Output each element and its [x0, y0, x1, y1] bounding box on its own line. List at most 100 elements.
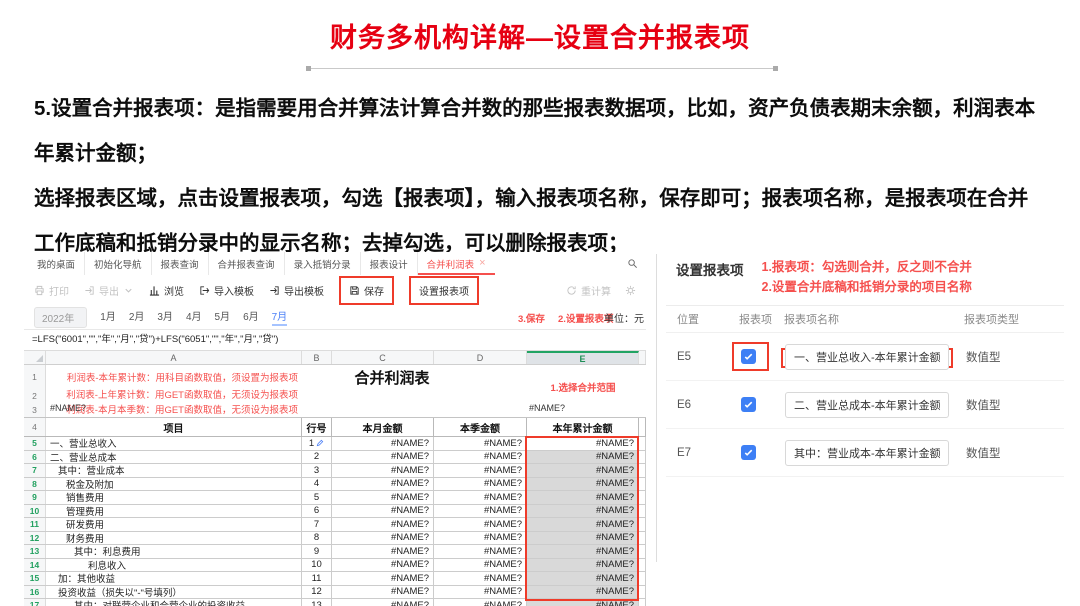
tab-报表设计[interactable]: 报表设计: [360, 252, 417, 275]
cell-quarter-amount[interactable]: #NAME?: [434, 559, 527, 572]
cell-ytd-amount[interactable]: #NAME?: [527, 491, 639, 504]
cell-item[interactable]: 其中：利息费用: [46, 545, 302, 558]
tab-合并报表查询[interactable]: 合并报表查询: [208, 252, 284, 275]
toolbar-button-重计算[interactable]: 重计算: [566, 283, 611, 298]
cell-month-amount[interactable]: #NAME?: [332, 532, 434, 545]
cell-month-amount[interactable]: #NAME?: [332, 491, 434, 504]
cell-item[interactable]: 加：其他收益: [46, 572, 302, 585]
cell-item[interactable]: 税金及附加: [46, 478, 302, 491]
column-header-C[interactable]: C: [332, 351, 434, 364]
year-selector[interactable]: 2022年: [34, 307, 87, 328]
cell-item[interactable]: 其中：营业成本: [46, 464, 302, 477]
cell-month-amount[interactable]: #NAME?: [332, 559, 434, 572]
toolbar-button-保存[interactable]: 保存: [339, 276, 394, 305]
cell-item[interactable]: 销售费用: [46, 491, 302, 504]
cell-line-no[interactable]: 7: [302, 518, 332, 531]
cell-quarter-amount[interactable]: #NAME?: [434, 518, 527, 531]
cell-ytd-amount[interactable]: #NAME?: [527, 478, 639, 491]
cell-line-no[interactable]: 3: [302, 464, 332, 477]
formula-bar[interactable]: =LFS("6001","","年","月","贷")+LFS("6051","…: [24, 329, 646, 351]
row-number-15[interactable]: 15: [24, 572, 46, 585]
cell-quarter-amount[interactable]: #NAME?: [434, 464, 527, 477]
cell-item[interactable]: 财务费用: [46, 532, 302, 545]
cell-ytd-amount[interactable]: #NAME?: [527, 437, 639, 450]
row-number-8[interactable]: 8: [24, 478, 46, 491]
row-number-4[interactable]: 4: [24, 418, 46, 436]
cell-line-no[interactable]: 12: [302, 586, 332, 599]
cell-ytd-amount[interactable]: #NAME?: [527, 545, 639, 558]
cell-ytd-amount[interactable]: #NAME?: [527, 532, 639, 545]
report-item-checkbox[interactable]: [741, 349, 756, 364]
report-item-checkbox[interactable]: [741, 445, 756, 460]
select-all-corner[interactable]: [24, 351, 46, 364]
header-quarter-amount[interactable]: 本季金额: [434, 418, 527, 436]
cell-month-amount[interactable]: #NAME?: [332, 518, 434, 531]
cell-ytd-amount[interactable]: #NAME?: [527, 518, 639, 531]
cell-ytd-amount[interactable]: #NAME?: [527, 505, 639, 518]
row-number-11[interactable]: 11: [24, 518, 46, 531]
row-number-17[interactable]: 17: [24, 599, 46, 606]
cell-quarter-amount[interactable]: #NAME?: [434, 532, 527, 545]
header-line-no[interactable]: 行号: [302, 418, 332, 436]
cell-month-amount[interactable]: #NAME?: [332, 437, 434, 450]
row-number-16[interactable]: 16: [24, 586, 46, 599]
cell-item[interactable]: 其中：对联营企业和合营企业的投资收益: [46, 599, 302, 606]
cell-ytd-amount[interactable]: #NAME?: [527, 586, 639, 599]
cell-item[interactable]: 利息收入: [46, 559, 302, 572]
cell-line-no[interactable]: 13: [302, 599, 332, 606]
month-4月[interactable]: 4月: [186, 308, 202, 326]
cell-ytd-amount[interactable]: #NAME?: [527, 572, 639, 585]
row-number-7[interactable]: 7: [24, 464, 46, 477]
cell-quarter-amount[interactable]: #NAME?: [434, 505, 527, 518]
cell-line-no[interactable]: 4: [302, 478, 332, 491]
cell-line-no[interactable]: 10: [302, 559, 332, 572]
month-3月[interactable]: 3月: [157, 308, 173, 326]
row-number-2[interactable]: 2: [24, 389, 45, 403]
header-month-amount[interactable]: 本月金额: [332, 418, 434, 436]
cell-line-no[interactable]: 9: [302, 545, 332, 558]
row-number-13[interactable]: 13: [24, 545, 46, 558]
month-7月[interactable]: 7月: [272, 308, 288, 326]
cell-month-amount[interactable]: #NAME?: [332, 505, 434, 518]
cell-item[interactable]: 研发费用: [46, 518, 302, 531]
row-number-3[interactable]: 3: [24, 403, 45, 418]
cell-month-amount[interactable]: #NAME?: [332, 586, 434, 599]
row-number-1[interactable]: 1: [24, 365, 45, 389]
toolbar-button-gear-icon[interactable]: [625, 285, 636, 296]
cell-quarter-amount[interactable]: #NAME?: [434, 451, 527, 464]
row-number-14[interactable]: 14: [24, 559, 46, 572]
cell-quarter-amount[interactable]: #NAME?: [434, 491, 527, 504]
header-item[interactable]: 项目: [46, 418, 302, 436]
cell-month-amount[interactable]: #NAME?: [332, 451, 434, 464]
cell-item[interactable]: 二、营业总成本: [46, 451, 302, 464]
report-item-checkbox[interactable]: [741, 397, 756, 412]
toolbar-button-浏览[interactable]: 浏览: [149, 283, 184, 298]
cell-month-amount[interactable]: #NAME?: [332, 572, 434, 585]
cell-month-amount[interactable]: #NAME?: [332, 545, 434, 558]
month-1月[interactable]: 1月: [100, 308, 116, 326]
cell-quarter-amount[interactable]: #NAME?: [434, 572, 527, 585]
cell-quarter-amount[interactable]: #NAME?: [434, 545, 527, 558]
cell-line-no[interactable]: 2: [302, 451, 332, 464]
cell-quarter-amount[interactable]: #NAME?: [434, 586, 527, 599]
cell-quarter-amount[interactable]: #NAME?: [434, 478, 527, 491]
toolbar-button-导入模板[interactable]: 导入模板: [199, 283, 254, 298]
cell-item[interactable]: 一、营业总收入: [46, 437, 302, 450]
row-number-12[interactable]: 12: [24, 532, 46, 545]
month-5月[interactable]: 5月: [215, 308, 231, 326]
toolbar-button-设置报表项[interactable]: 设置报表项: [409, 276, 479, 305]
close-icon[interactable]: ×: [479, 258, 485, 269]
column-header-B[interactable]: B: [302, 351, 332, 364]
report-item-name-input[interactable]: [785, 392, 949, 418]
column-header-A[interactable]: A: [46, 351, 302, 364]
cell-item[interactable]: 投资收益（损失以"-"号填列）: [46, 586, 302, 599]
cell-ytd-amount[interactable]: #NAME?: [527, 599, 639, 606]
tab-录入抵销分录[interactable]: 录入抵销分录: [284, 252, 360, 275]
header-ytd-amount[interactable]: 本年累计金额: [527, 418, 639, 436]
month-6月[interactable]: 6月: [243, 308, 259, 326]
toolbar-button-导出[interactable]: 导出: [84, 283, 134, 298]
cell-item[interactable]: 管理费用: [46, 505, 302, 518]
month-2月[interactable]: 2月: [129, 308, 145, 326]
column-header-D[interactable]: D: [434, 351, 527, 364]
toolbar-button-导出模板[interactable]: 导出模板: [269, 283, 324, 298]
